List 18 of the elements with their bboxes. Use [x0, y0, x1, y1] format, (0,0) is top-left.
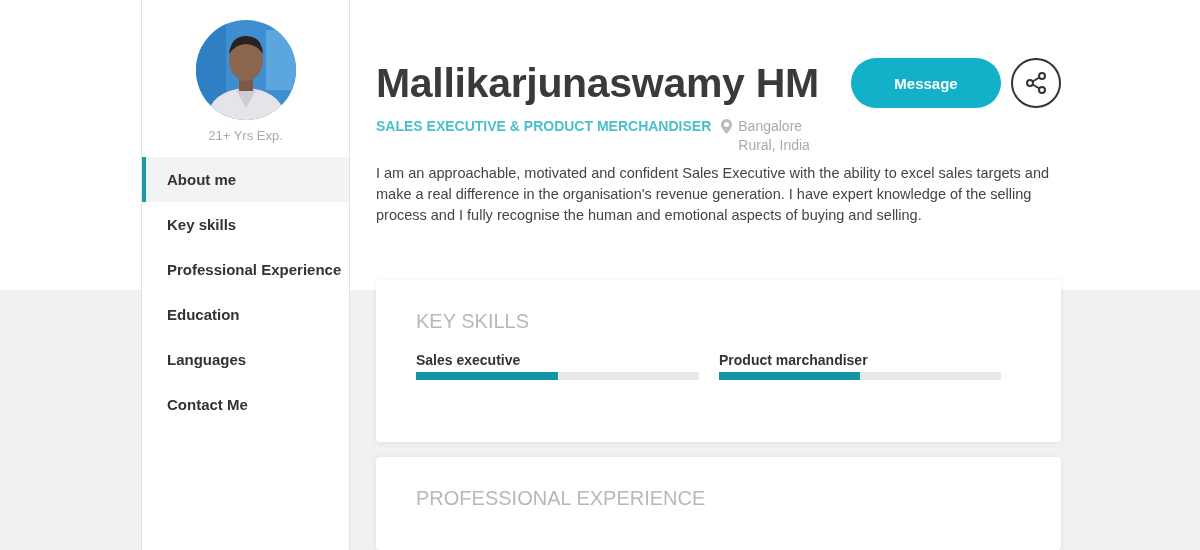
nav-item[interactable]: Languages: [142, 337, 349, 382]
nav-item[interactable]: Professional Experience: [142, 247, 349, 292]
location-pin-icon: [721, 119, 733, 134]
experience-text: 21+ Yrs Exp.: [208, 128, 283, 143]
share-button[interactable]: [1011, 58, 1061, 108]
nav-item[interactable]: Education: [142, 292, 349, 337]
profile-name: Mallikarjunaswamy HM: [376, 59, 820, 107]
share-icon: [1024, 71, 1048, 95]
job-title: SALES EXECUTIVE & PRODUCT MERCHANDISER: [376, 117, 712, 136]
section-title: KEY SKILLS: [416, 310, 531, 333]
nav-item[interactable]: About me: [142, 157, 349, 202]
nav-item[interactable]: Key skills: [142, 202, 349, 247]
skill-name: Sales executive: [416, 352, 521, 368]
about-text: I am an approachable, motivated and confident Sales Executive with the ability to excel sales targets and make a real difference in the organisation's revenue generation. I have expert knowledge of the selling process and I fully recognise the human and emotional aspects of buying and selling.: [376, 164, 1051, 225]
skill-name: Product marchandiser: [719, 352, 868, 368]
nav-item[interactable]: Contact Me: [142, 382, 349, 427]
location-text: Bangalore Rural, India: [738, 117, 811, 155]
section-title: PROFESSIONAL EXPERIENCE: [416, 487, 707, 510]
